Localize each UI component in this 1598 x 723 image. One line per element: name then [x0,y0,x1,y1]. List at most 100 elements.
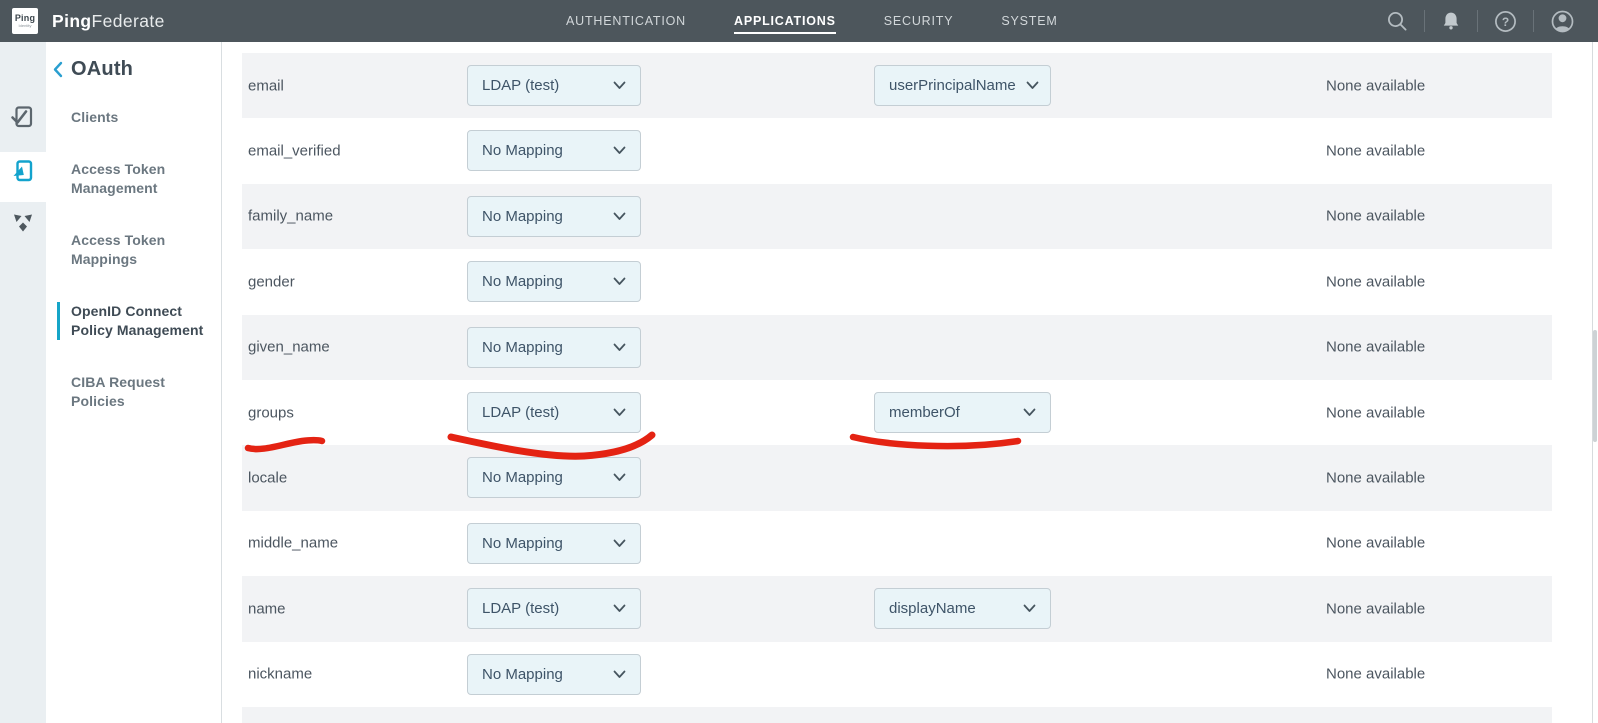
ping-logo-subtext: Identity [19,24,32,28]
sidebar-item-clients[interactable]: Clients [57,108,217,127]
source-dropdown-value: No Mapping [482,208,563,225]
table-row: gender No Mapping None available [242,249,1552,314]
header-divider [1533,10,1534,32]
source-dropdown[interactable]: No Mapping [467,523,641,564]
source-dropdown[interactable]: No Mapping [467,654,641,695]
table-row: middle_name No Mapping None available [242,511,1552,576]
nav-item-system[interactable]: SYSTEM [1001,0,1057,42]
chevron-down-icon [613,81,626,90]
header-divider [1477,10,1478,32]
source-dropdown[interactable]: No Mapping [467,327,641,368]
search-icon[interactable] [1386,10,1409,33]
chevron-down-icon [613,408,626,417]
mappings-cluster-icon[interactable] [10,210,36,236]
chevron-down-icon [1026,81,1039,90]
nav-item-security[interactable]: SECURITY [884,0,954,42]
source-dropdown-value: LDAP (test) [482,600,559,617]
chevron-down-icon [613,670,626,679]
header-actions: ? [1386,0,1576,42]
svg-text:?: ? [1502,15,1509,29]
claim-name-label: groups [248,404,294,421]
source-dropdown[interactable]: No Mapping [467,130,641,171]
brand-light: Federate [92,11,165,31]
source-dropdown[interactable]: No Mapping [467,261,641,302]
source-dropdown-value: No Mapping [482,339,563,356]
sidebar-item-access-token-management[interactable]: Access Token Management [57,160,217,198]
sidebar-section-title: OAuth [71,58,133,81]
table-row: name LDAP (test) displayName None availa… [242,576,1552,641]
source-dropdown-value: LDAP (test) [482,404,559,421]
source-dropdown[interactable]: No Mapping [467,457,641,498]
claim-name-label: family_name [248,208,333,225]
notifications-bell-icon[interactable] [1440,10,1462,32]
chevron-down-icon [613,604,626,613]
source-dropdown-value: No Mapping [482,535,563,552]
sidebar-item-access-token-mappings[interactable]: Access Token Mappings [57,231,217,269]
fulfillment-status: None available [1326,666,1425,683]
account-icon[interactable] [1549,8,1576,35]
chevron-down-icon [1023,408,1036,417]
partial-next-row [242,707,1552,723]
sidebar-item-ciba-request-policies[interactable]: CIBA Request Policies [57,373,217,411]
sidebar-items: Clients Access Token Management Access Tok… [46,108,221,411]
table-row: locale No Mapping None available [242,445,1552,510]
ping-logo-text: Ping [15,14,35,23]
value-dropdown[interactable]: userPrincipalName [874,65,1051,106]
value-dropdown-value: displayName [889,600,976,617]
nav-item-applications[interactable]: APPLICATIONS [734,0,836,42]
claim-name-label: middle_name [248,535,338,552]
table-row: family_name No Mapping None available [242,184,1552,249]
claim-name-label: nickname [248,666,312,683]
claim-name-label: email_verified [248,143,341,160]
source-dropdown[interactable]: LDAP (test) [467,392,641,433]
table-row: email_verified No Mapping None available [242,118,1552,183]
chevron-down-icon [613,212,626,221]
sidebar-item-openid-connect-policy-management[interactable]: OpenID Connect Policy Management [57,302,217,340]
value-dropdown[interactable]: memberOf [874,392,1051,433]
fulfillment-status: None available [1326,77,1425,94]
claim-name-label: email [248,77,284,94]
fulfillment-status: None available [1326,273,1425,290]
sidebar-nav: OAuth Clients Access Token Management Acce… [46,42,221,444]
clients-check-card-icon[interactable] [10,104,36,130]
header-divider [1424,10,1425,32]
top-nav: AUTHENTICATION APPLICATIONS SECURITY SYSTEM [566,0,1058,42]
fulfillment-status: None available [1326,339,1425,356]
source-dropdown-value: No Mapping [482,273,563,290]
scrollbar-thumb[interactable] [1593,330,1597,442]
sidebar: OAuth Clients Access Token Management Acce… [0,42,222,723]
value-dropdown-value: userPrincipalName [889,77,1016,94]
table-row: nickname No Mapping None available [242,642,1552,707]
sidebar-icon-strip [0,42,46,723]
attribute-rows: email LDAP (test) userPrincipalName None… [242,53,1552,707]
fulfillment-status: None available [1326,470,1425,487]
chevron-left-icon [52,61,63,78]
fulfillment-status: None available [1326,535,1425,552]
source-dropdown[interactable]: LDAP (test) [467,65,641,106]
brand-title: PingFederate [52,11,165,32]
token-pen-card-icon[interactable] [10,158,36,184]
nav-item-authentication[interactable]: AUTHENTICATION [566,0,686,42]
fulfillment-status: None available [1326,404,1425,421]
chevron-down-icon [613,146,626,155]
source-dropdown[interactable]: LDAP (test) [467,588,641,629]
help-icon[interactable]: ? [1493,9,1518,34]
value-dropdown[interactable]: displayName [874,588,1051,629]
source-dropdown[interactable]: No Mapping [467,196,641,237]
source-dropdown-value: No Mapping [482,469,563,486]
table-row: given_name No Mapping None available [242,315,1552,380]
pingfederate-app: Ping Identity PingFederate AUTHENTICATIO… [0,0,1598,723]
chevron-down-icon [613,343,626,352]
source-dropdown-value: No Mapping [482,666,563,683]
brand-bold: Ping [52,11,92,31]
oauth-back-link[interactable]: OAuth [52,58,221,81]
table-row: email LDAP (test) userPrincipalName None… [242,53,1552,118]
claim-name-label: name [248,600,286,617]
chevron-down-icon [613,277,626,286]
source-dropdown-value: No Mapping [482,142,563,159]
ping-logo: Ping Identity [12,8,38,34]
claim-name-label: given_name [248,339,330,356]
table-row: groups LDAP (test) memberOf None availab… [242,380,1552,445]
claim-name-label: locale [248,470,287,487]
top-header-bar: Ping Identity PingFederate AUTHENTICATIO… [0,0,1598,42]
